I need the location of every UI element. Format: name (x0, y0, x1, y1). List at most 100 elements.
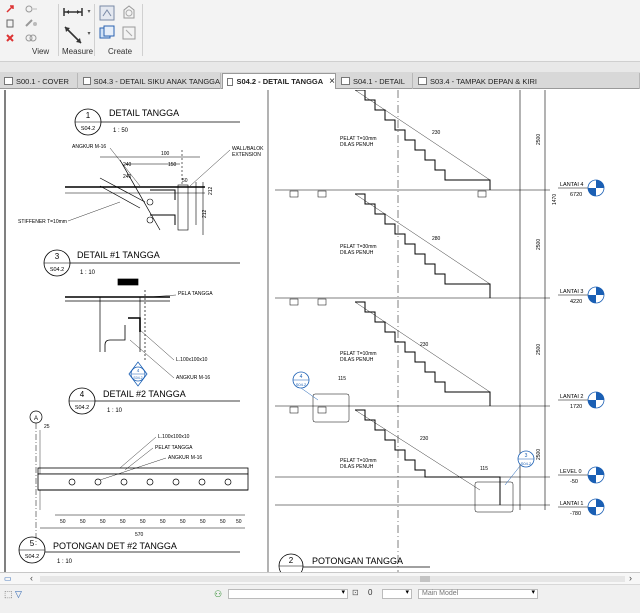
annot-stiffener: STIFFENER T=10mm (18, 219, 67, 225)
sheet-scale-icon[interactable]: ▭ (4, 574, 12, 583)
tab-label: S03.4 - TAMPAK DEPAN & KIRI (430, 76, 537, 86)
dim-seg: 50 (140, 519, 146, 525)
worksets-icon[interactable]: ⚇ (214, 589, 222, 600)
annot-angkur: ANGKUR M-16 (176, 375, 210, 381)
horizontal-scrollbar[interactable] (40, 576, 625, 582)
modify-tool-icon[interactable] (4, 3, 16, 15)
pelat-note-l2: DILAS PENUH (340, 142, 374, 148)
detail-title: POTONGAN TANGGA (312, 556, 403, 566)
detail-scale: 1 : 10 (107, 408, 123, 414)
dim-seg: 50 (120, 519, 126, 525)
drawing-canvas[interactable]: 1 S04.2 DETAIL TANGGA 1 : 50 ANGKUR M-16… (0, 89, 640, 579)
tab-close-button[interactable]: × (329, 76, 335, 87)
click-icon[interactable]: ⬚ (4, 589, 13, 600)
detail-scale: 1 : 50 (113, 128, 129, 134)
step-dim: 280 (432, 236, 441, 242)
dim-seg: 50 (160, 519, 166, 525)
dim-240b: 240 (123, 174, 132, 180)
dim-seg: 50 (180, 519, 186, 525)
detail-scale: 1 : 10 (57, 559, 73, 565)
dim-150: 150 (168, 162, 177, 168)
annot-angkur: ANGKUR M-16 (72, 144, 106, 150)
callout-detail-4-small[interactable]: 4 S04.2 (128, 361, 148, 387)
detail-1-title-block: 1 S04.2 DETAIL TANGGA 1 : 50 (74, 108, 240, 136)
dim-212b: 212 (202, 209, 208, 218)
vert-dim: 2500 (536, 449, 542, 460)
view-control-bar: ▭ ‹ › (0, 573, 640, 585)
annot-angkur: ANGKUR M-16 (168, 455, 202, 461)
dim-seg: 50 (220, 519, 226, 525)
pelat-note-l2: DILAS PENUH (340, 464, 374, 470)
detail-1-drawing (65, 150, 205, 235)
scrollbar-thumb[interactable] (420, 576, 430, 582)
detail-title: POTONGAN DET #2 TANGGA (53, 541, 177, 551)
level-elev: -50 (570, 479, 578, 485)
create-group: Create (96, 0, 142, 60)
workset-dropdown[interactable]: ▾ (228, 589, 348, 599)
annot-pela: PELA TANGGA (178, 291, 213, 297)
level-name: LANTAI 4 (560, 182, 583, 188)
tab-label: S04.2 - DETAIL TANGGA (236, 77, 324, 86)
sheet-icon (227, 77, 234, 86)
level-elev: -780 (570, 511, 581, 517)
level-name: LEVEL 0 (560, 469, 582, 475)
level-elev: 1720 (570, 404, 582, 410)
level-name: LANTAI 3 (560, 289, 583, 295)
tab-s04-3-detail-siku[interactable]: S04.3 - DETAIL SIKU ANAK TANGGA (79, 73, 221, 89)
dim-50: 50 (182, 178, 188, 184)
sheet-icon (83, 77, 91, 85)
section-2-title-block: 2 POTONGAN TANGGA (278, 553, 430, 579)
callout-number: 3 (525, 453, 528, 459)
filter-icon[interactable]: ▽ (15, 589, 22, 600)
paste-icon[interactable] (4, 17, 16, 29)
detail-number: 4 (80, 390, 85, 399)
status-bar: ⬚ ▽ ⚇ ▾ ⊡ 0 ▾ Main Model ▾ (0, 587, 640, 613)
detail-sheet: S04.2 (81, 126, 95, 132)
ribbon-separator (142, 4, 143, 56)
callout-number: 4 (300, 374, 303, 380)
detail-title: DETAIL #2 TANGGA (103, 389, 186, 399)
model-dropdown[interactable]: Main Model ▾ (418, 589, 538, 599)
level-markers[interactable]: LANTAI 4 6720 LANTAI 3 4220 LANTAI 2 172… (558, 179, 605, 517)
step-dim: 230 (432, 130, 441, 136)
vert-dim: 2500 (536, 239, 542, 250)
detail-sheet: S04.2 (75, 405, 89, 411)
level-elev: 6720 (570, 192, 582, 198)
pelat-note-l2: DILAS PENUH (340, 357, 374, 363)
status-area: ▭ ‹ › ⬚ ▽ ⚇ ▾ ⊡ 0 ▾ Main Model ▾ (0, 572, 640, 613)
detail-sheet: S04.2 (25, 554, 39, 560)
level-name: LANTAI 1 (560, 501, 583, 507)
level-elev: 4220 (570, 299, 582, 305)
detail-number: 5 (30, 539, 35, 548)
tab-s03-4-tampak[interactable]: S03.4 - TAMPAK DEPAN & KIRI (414, 73, 640, 89)
measure-group: Measure (58, 0, 94, 60)
callout-detail-3[interactable]: 3 S04.2 (504, 450, 535, 486)
model-dropdown-value: Main Model (422, 590, 459, 597)
annot-wall-2: EXTENSION (232, 152, 261, 158)
delete-icon[interactable] (4, 32, 16, 44)
detail-title: DETAIL TANGGA (109, 108, 179, 118)
design-options-dropdown[interactable]: ▾ (382, 589, 412, 599)
chevron-down-icon: ▾ (531, 589, 535, 596)
scroll-right-icon[interactable]: › (629, 573, 632, 583)
pelat-note-l2: DILAS PENUH (340, 250, 374, 256)
callout-detail-4[interactable]: 4 S04.2 (292, 371, 319, 401)
tab-s04-2-detail-tangga[interactable]: S04.2 - DETAIL TANGGA × (222, 73, 336, 89)
chevron-down-icon: ▾ (341, 589, 345, 596)
scale-icon[interactable]: ⊡ (352, 588, 359, 597)
sheet-drawing[interactable]: 1 S04.2 DETAIL TANGGA 1 : 50 ANGKUR M-16… (0, 89, 640, 579)
tab-s04-1-detail[interactable]: S04.1 - DETAIL (337, 73, 413, 89)
sheet-icon (4, 77, 13, 85)
detail-sheet: S04.2 (50, 267, 64, 273)
dim-240a: 240 (123, 162, 132, 168)
level-0: LEVEL 0 -50 (558, 466, 605, 485)
dim-212a: 212 (208, 186, 214, 195)
ribbon-separator (94, 4, 95, 56)
dim-total: 570 (135, 532, 144, 538)
tab-s00-1-cover[interactable]: S00.1 - COVER (0, 73, 78, 89)
step-dim: 115 (480, 466, 488, 472)
view-group-label: View (32, 47, 50, 56)
dim-seg: 50 (100, 519, 106, 525)
annot-siku: L.100x100x10 (158, 434, 190, 440)
scroll-left-icon[interactable]: ‹ (30, 573, 33, 583)
